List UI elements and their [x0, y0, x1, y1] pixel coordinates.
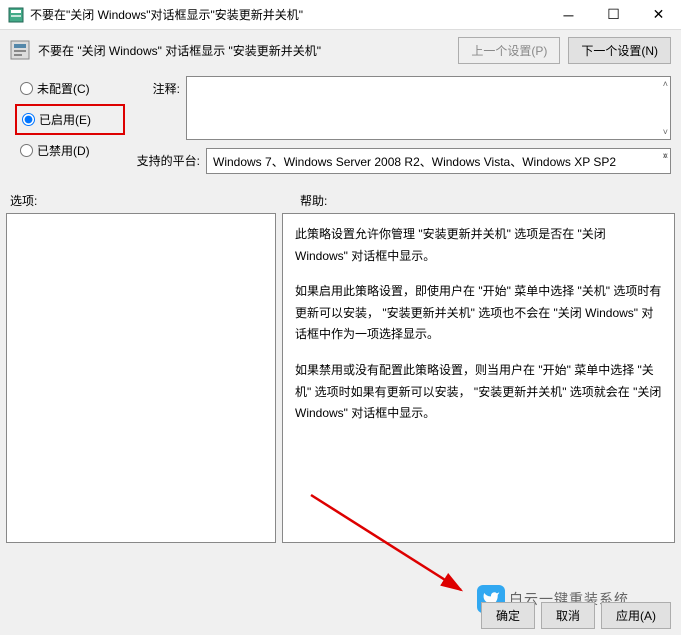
header-bar: 不要在 "关闭 Windows" 对话框显示 "安装更新并关机" 上一个设置(P… [0, 30, 681, 70]
scroll-up-icon: ˄ [663, 79, 668, 89]
radio-enabled[interactable]: 已启用(E) [20, 109, 120, 130]
cancel-button[interactable]: 取消 [541, 602, 595, 629]
config-radio-group: 未配置(C) 已启用(E) 已禁用(D) [10, 78, 120, 159]
minimize-button[interactable]: ─ [546, 0, 591, 29]
window-icon [8, 7, 24, 23]
policy-icon [10, 40, 30, 60]
close-button[interactable]: ✕ [636, 0, 681, 29]
header-title: 不要在 "关闭 Windows" 对话框显示 "安装更新并关机" [38, 42, 450, 59]
title-bar: 不要在"关闭 Windows"对话框显示"安装更新并关机" ─ ☐ ✕ [0, 0, 681, 30]
apply-button[interactable]: 应用(A) [601, 602, 671, 629]
radio-not-configured[interactable]: 未配置(C) [20, 80, 120, 97]
scroll-down-icon: ˅ [663, 151, 668, 171]
prev-setting-button[interactable]: 上一个设置(P) [458, 37, 560, 64]
help-text: 此策略设置允许你管理 "安装更新并关机" 选项是否在 "关闭 Windows" … [295, 224, 662, 267]
radio-disabled[interactable]: 已禁用(D) [20, 142, 120, 159]
scroll-down-icon: ˅ [663, 127, 668, 137]
ok-button[interactable]: 确定 [481, 602, 535, 629]
next-setting-button[interactable]: 下一个设置(N) [568, 37, 671, 64]
maximize-button[interactable]: ☐ [591, 0, 636, 29]
help-text: 如果启用此策略设置，即使用户在 "开始" 菜单中选择 "关机" 选项时有更新可以… [295, 281, 662, 346]
help-panel: 此策略设置允许你管理 "安装更新并关机" 选项是否在 "关闭 Windows" … [282, 213, 675, 543]
comment-textarea[interactable]: ˄ ˅ [186, 76, 671, 140]
help-text: 如果禁用或没有配置此策略设置，则当用户在 "开始" 菜单中选择 "关机" 选项时… [295, 360, 662, 425]
help-label: 帮助: [300, 192, 327, 209]
comment-label: 注释: [128, 76, 180, 140]
options-label: 选项: [10, 192, 300, 209]
window-title: 不要在"关闭 Windows"对话框显示"安装更新并关机" [30, 6, 546, 23]
platform-text: Windows 7、Windows Server 2008 R2、Windows… [206, 148, 671, 174]
platform-label: 支持的平台: [128, 148, 200, 174]
options-panel [6, 213, 276, 543]
